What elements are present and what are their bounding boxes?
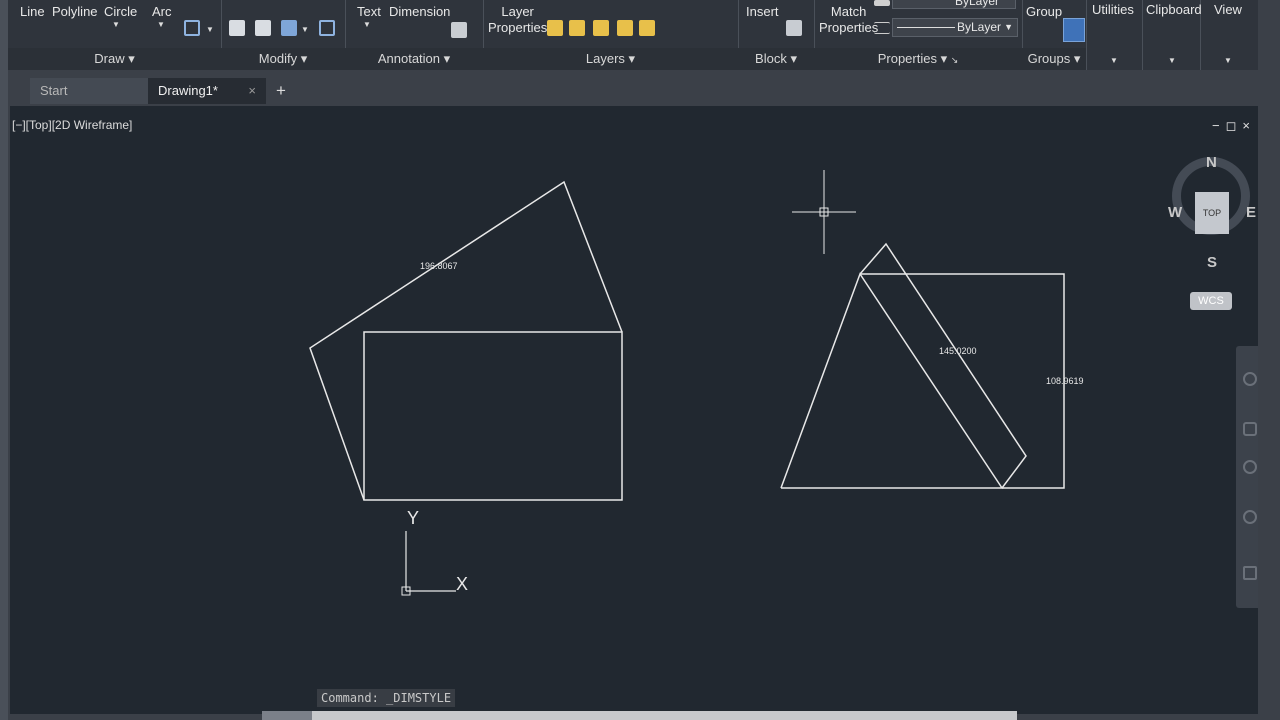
clipboard-button[interactable]: Clipboard	[1146, 2, 1202, 18]
mirror-icon[interactable]	[229, 20, 245, 36]
dimension-text-left[interactable]: 196.8067	[420, 261, 458, 271]
orbit-icon[interactable]	[1243, 510, 1257, 524]
drawing-canvas[interactable]: 196.8067 145.0200 108.9619 Y X	[10, 106, 1258, 714]
wcs-menu-button[interactable]: WCS	[1190, 292, 1232, 310]
lineweight-combo-value: ByLayer	[957, 20, 1002, 34]
annotation-panel-title[interactable]: Annotation ▾	[345, 48, 483, 70]
command-history: Command: _DIMSTYLE	[317, 689, 456, 707]
lineweight-combo[interactable]: ByLayer ▼	[892, 18, 1018, 37]
hatch-icon[interactable]	[184, 20, 200, 36]
modify-panel-title[interactable]: Modify ▾	[221, 48, 345, 70]
insert-button[interactable]: Insert	[746, 4, 779, 20]
annotation-panel: Text ▼ Dimension Annotation ▾	[345, 0, 484, 70]
block-panel-title[interactable]: Block ▾	[738, 48, 814, 70]
file-tab-bar: Start Drawing1* × +	[8, 70, 1258, 106]
right-triangle[interactable]	[780, 272, 1004, 489]
window-frame-left	[0, 0, 8, 720]
left-rectangle[interactable]	[363, 331, 623, 501]
match-properties-line1: Match	[830, 4, 867, 19]
linetype-combo-top[interactable]: ByLayer	[892, 0, 1016, 9]
lineweight-preview	[897, 27, 955, 28]
line-button[interactable]: Line	[20, 4, 45, 20]
block-create-icon[interactable]	[786, 20, 802, 36]
viewcube-north[interactable]: N	[1206, 154, 1217, 171]
layer-isolate-icon[interactable]	[569, 20, 585, 36]
circle-dropdown-icon[interactable]: ▼	[112, 20, 120, 29]
viewcube-west[interactable]: W	[1168, 204, 1182, 221]
layer-match-icon[interactable]	[639, 20, 655, 36]
layer-off-icon[interactable]	[547, 20, 563, 36]
layer-properties-button[interactable]: Layer Properties	[488, 4, 547, 36]
lineweight-icon	[874, 0, 890, 6]
view-panel: View ▼	[1200, 0, 1256, 70]
zoom-extents-icon[interactable]	[1243, 460, 1257, 474]
steering-wheel-icon[interactable]	[1243, 372, 1257, 386]
text-button[interactable]: Text	[357, 4, 381, 20]
properties-panel: Match Properties ByLayer ByLayer ▼ Prope…	[814, 0, 1023, 70]
ribbon: Line Polyline Circle ▼ Arc ▼ ▼ Draw ▾ ▼ …	[8, 0, 1258, 70]
dimension-text-vertical[interactable]: 108.9619	[1046, 376, 1084, 386]
dimension-text-right[interactable]: 145.0200	[939, 346, 977, 356]
command-line-customize-icon[interactable]	[262, 711, 312, 720]
showmotion-icon[interactable]	[1243, 566, 1257, 580]
circle-button[interactable]: Circle	[104, 4, 137, 20]
utilities-button[interactable]: Utilities	[1092, 2, 1134, 18]
array-dropdown-icon[interactable]: ▼	[301, 25, 309, 34]
viewcube-south[interactable]: S	[1207, 254, 1217, 271]
window-frame-right	[1258, 0, 1280, 720]
lineweight-dropdown-icon[interactable]: ▼	[1004, 19, 1013, 36]
view-dropdown-icon[interactable]: ▼	[1224, 56, 1232, 65]
group-select-icon[interactable]	[1063, 18, 1085, 42]
layer-properties-line1: Layer	[501, 4, 534, 19]
arc-button[interactable]: Arc	[152, 4, 172, 20]
layers-panel: Layer Properties Layers ▾	[483, 0, 739, 70]
offset-icon[interactable]	[319, 20, 335, 36]
ucs-x-label: X	[456, 574, 468, 594]
layers-panel-title[interactable]: Layers ▾	[483, 48, 738, 70]
match-properties-line2: Properties	[819, 20, 879, 35]
tab-drawing1-label: Drawing1*	[158, 83, 218, 98]
tab-start-label: Start	[40, 83, 68, 98]
group-button[interactable]: Group	[1026, 4, 1062, 20]
polyline-button[interactable]: Polyline	[52, 4, 98, 20]
command-input-bar[interactable]	[262, 711, 1017, 720]
table-icon[interactable]	[451, 22, 467, 38]
block-panel: Insert Block ▾	[738, 0, 815, 70]
utilities-panel: Utilities ▼	[1086, 0, 1143, 70]
pan-icon[interactable]	[1243, 422, 1257, 436]
right-rectangle-outline[interactable]	[860, 273, 1065, 489]
draw-panel-title[interactable]: Draw ▾	[8, 48, 221, 70]
dimension-button[interactable]: Dimension	[389, 4, 450, 20]
ucs-y-label: Y	[407, 508, 419, 528]
left-outline-polyline[interactable]	[309, 180, 623, 501]
view-button[interactable]: View	[1214, 2, 1242, 18]
draw-more-dropdown-icon[interactable]: ▼	[206, 25, 214, 34]
layer-freeze-icon[interactable]	[593, 20, 609, 36]
tab-start[interactable]: Start	[30, 78, 148, 104]
layer-lock-icon[interactable]	[617, 20, 633, 36]
stretch-icon[interactable]	[255, 20, 271, 36]
draw-panel: Line Polyline Circle ▼ Arc ▼ ▼ Draw ▾	[8, 0, 222, 70]
viewcube-top-face[interactable]: TOP	[1195, 192, 1229, 234]
aligned-dimension-lines[interactable]	[859, 242, 1027, 489]
linetype-icon	[874, 22, 890, 34]
layer-properties-line2: Properties	[488, 20, 548, 35]
tab-drawing1[interactable]: Drawing1* ×	[148, 78, 266, 104]
array-icon[interactable]	[281, 20, 297, 36]
viewcube-east[interactable]: E	[1246, 204, 1256, 221]
linetype-combo-top-value: ByLayer	[955, 0, 1000, 8]
clipboard-dropdown-icon[interactable]: ▼	[1168, 56, 1176, 65]
arc-dropdown-icon[interactable]: ▼	[157, 20, 165, 29]
new-tab-plus-icon[interactable]: +	[270, 81, 292, 101]
match-properties-button[interactable]: Match Properties	[819, 4, 878, 36]
drawing-viewport[interactable]: [−][Top][2D Wireframe] −◻× 196.8067 145.…	[10, 106, 1264, 714]
modify-panel: ▼ Modify ▾	[221, 0, 346, 70]
utilities-dropdown-icon[interactable]: ▼	[1110, 56, 1118, 65]
text-dropdown-icon[interactable]: ▼	[363, 20, 371, 29]
clipboard-panel: Clipboard ▼	[1142, 0, 1202, 70]
groups-panel-title[interactable]: Groups ▾	[1022, 48, 1086, 70]
tab-close-icon[interactable]: ×	[248, 78, 256, 104]
properties-panel-title[interactable]: Properties ▾ ↘	[814, 48, 1022, 70]
